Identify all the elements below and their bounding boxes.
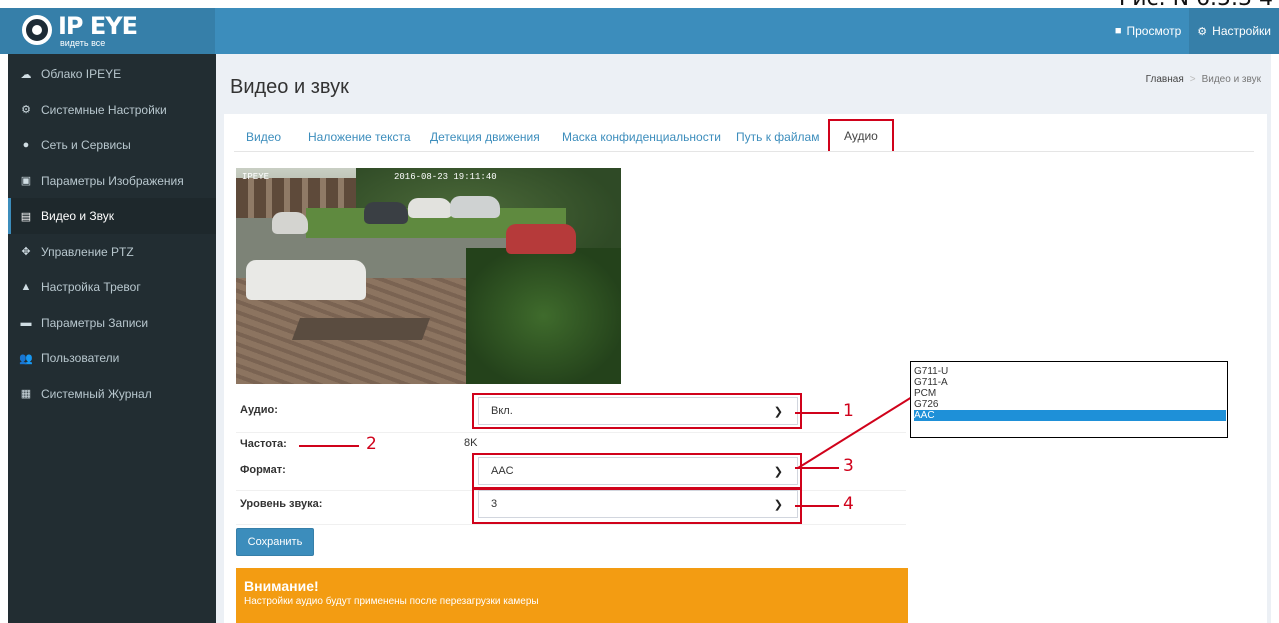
- sidebar: ☁ Облако IPEYE ⚙ Системные Настройки ● Сеть и…: [8, 54, 216, 416]
- callout-line-1: [795, 412, 839, 414]
- move-icon: ✥: [21, 246, 31, 258]
- row-divider: [236, 432, 906, 433]
- file-icon: ▤: [20, 210, 32, 223]
- nav-view-label: Просмотр: [1126, 24, 1182, 38]
- nav-view-link[interactable]: ■ Просмотр: [1107, 8, 1189, 54]
- callout-line-4: [795, 505, 839, 507]
- warning-icon: ▲: [20, 281, 32, 293]
- sidebar-item-label: Настройка Тревог: [41, 280, 141, 294]
- callout-line-3: [795, 467, 839, 469]
- top-nav: ■ Просмотр ⚙ Настройки: [1107, 8, 1279, 54]
- sidebar-item-4[interactable]: ▤ Видео и Звук: [8, 198, 216, 234]
- logo-text: IP EYE: [58, 12, 138, 40]
- nav-settings-link[interactable]: ⚙ Настройки: [1189, 8, 1279, 54]
- left-margin: [0, 54, 8, 623]
- format-options-popup: G711-U G711-A PCM G726 AAC: [910, 361, 1228, 438]
- format-option[interactable]: G711-U: [914, 366, 1226, 377]
- alert-title: Внимание!: [244, 578, 319, 594]
- camera-osd-name: IPEYE: [242, 172, 270, 182]
- breadcrumb-current: Видео и звук: [1201, 74, 1261, 85]
- format-option[interactable]: PCM: [914, 388, 1226, 399]
- sidebar-item-label: Параметры Записи: [41, 315, 149, 330]
- logo-subtitle: видеть все: [60, 38, 106, 48]
- sidebar-item-9[interactable]: ▦ Системный Журнал: [8, 376, 216, 412]
- sidebar-item-3[interactable]: ▣ Параметры Изображения: [8, 163, 216, 199]
- page-title: Видео и звук: [230, 76, 349, 98]
- sidebar-item-label: Управление PTZ: [41, 244, 134, 259]
- row-divider: [236, 524, 906, 525]
- format-option[interactable]: G711-A: [914, 377, 1226, 388]
- format-option[interactable]: AAC: [914, 410, 1226, 421]
- content: Видео и звук Главная > Видео и звук Видео …: [216, 54, 1271, 623]
- sidebar-item-2[interactable]: ● Сеть и Сервисы: [8, 127, 216, 163]
- sidebar-item-5[interactable]: ✥ Управление PTZ: [8, 234, 216, 270]
- sidebar-item-7[interactable]: ▬ Параметры Записи: [8, 305, 216, 341]
- sidebar-item-label: Системные Настройки: [41, 102, 167, 117]
- tab-file-path[interactable]: Путь к файлам: [736, 122, 819, 152]
- callout-line-2: [299, 445, 359, 447]
- screen: Рис. N 6.5.3 4 IP EYE видеть все ■ Просм…: [0, 0, 1279, 623]
- callout-number-4: 4: [843, 494, 854, 514]
- tab-text-overlay[interactable]: Наложение текста: [308, 122, 411, 152]
- camera-osd-timestamp: 2016-08-23 19:11:40: [394, 172, 497, 182]
- callout-number-1: 1: [843, 401, 854, 421]
- highlight-box-1: [472, 393, 802, 429]
- format-label: Формат:: [240, 464, 286, 476]
- log-icon: ▦: [20, 388, 32, 400]
- callout-number-3: 3: [843, 456, 854, 476]
- users-icon: 👥: [19, 352, 33, 365]
- breadcrumb-separator: >: [1189, 74, 1196, 85]
- sidebar-bottom: [8, 416, 216, 623]
- sidebar-item-label: Пользователи: [41, 351, 120, 365]
- alert-message: Настройки аудио будут применены после пе…: [244, 596, 539, 607]
- frequency-label: Частота:: [240, 438, 287, 450]
- sidebar-item-1[interactable]: ⚙ Системные Настройки: [8, 92, 216, 128]
- sidebar-item-label: Видео и Звук: [41, 209, 115, 223]
- tab-privacy-mask[interactable]: Маска конфиденциальности: [562, 122, 721, 152]
- sidebar-item-6[interactable]: ▲ Настройка Тревог: [8, 269, 216, 305]
- tab-motion-detection[interactable]: Детекция движения: [430, 122, 540, 152]
- highlight-box-4: [472, 488, 802, 524]
- eye-logo-icon: [22, 15, 52, 45]
- sidebar-item-8[interactable]: 👥 Пользователи: [8, 340, 216, 376]
- gears-icon: ⚙: [21, 104, 31, 116]
- frequency-value: 8K: [464, 437, 478, 449]
- logo[interactable]: IP EYE видеть все: [0, 8, 215, 54]
- breadcrumb-home[interactable]: Главная: [1146, 74, 1184, 85]
- sidebar-item-label: Сеть и Сервисы: [41, 138, 131, 152]
- camera-preview: IPEYE 2016-08-23 19:11:40: [236, 168, 621, 384]
- list-icon: ▬: [20, 316, 32, 329]
- right-margin: [1271, 54, 1279, 623]
- sidebar-item-label: Параметры Изображения: [41, 173, 184, 188]
- highlight-box-3: [472, 453, 802, 489]
- video-camera-icon: ■: [1114, 25, 1122, 37]
- warning-alert: Внимание! Настройки аудио будут применен…: [236, 568, 908, 623]
- tab-audio[interactable]: Аудио: [828, 119, 894, 151]
- globe-icon: ●: [22, 139, 30, 151]
- header: IP EYE видеть все ■ Просмотр ⚙ Настройки: [0, 8, 1279, 54]
- picture-icon: ▣: [20, 175, 32, 187]
- sidebar-item-label: Системный Журнал: [41, 386, 152, 401]
- breadcrumb: Главная > Видео и звук: [1146, 74, 1261, 85]
- cloud-icon: ☁: [20, 68, 32, 81]
- save-button[interactable]: Сохранить: [236, 528, 314, 556]
- volume-label: Уровень звука:: [240, 498, 323, 510]
- audio-label: Аудио:: [240, 404, 278, 416]
- nav-settings-label: Настройки: [1212, 24, 1271, 38]
- tab-video[interactable]: Видео: [246, 122, 281, 152]
- tabs: Видео Наложение текста Детекция движения…: [234, 119, 1254, 152]
- sidebar-item-label: Облако IPEYE: [41, 67, 122, 81]
- callout-number-2: 2: [366, 434, 377, 454]
- sidebar-item-0[interactable]: ☁ Облако IPEYE: [8, 56, 216, 92]
- format-option[interactable]: G726: [914, 399, 1226, 410]
- top-strip: Рис. N 6.5.3 4: [0, 0, 1279, 11]
- gears-icon: ⚙: [1197, 25, 1208, 38]
